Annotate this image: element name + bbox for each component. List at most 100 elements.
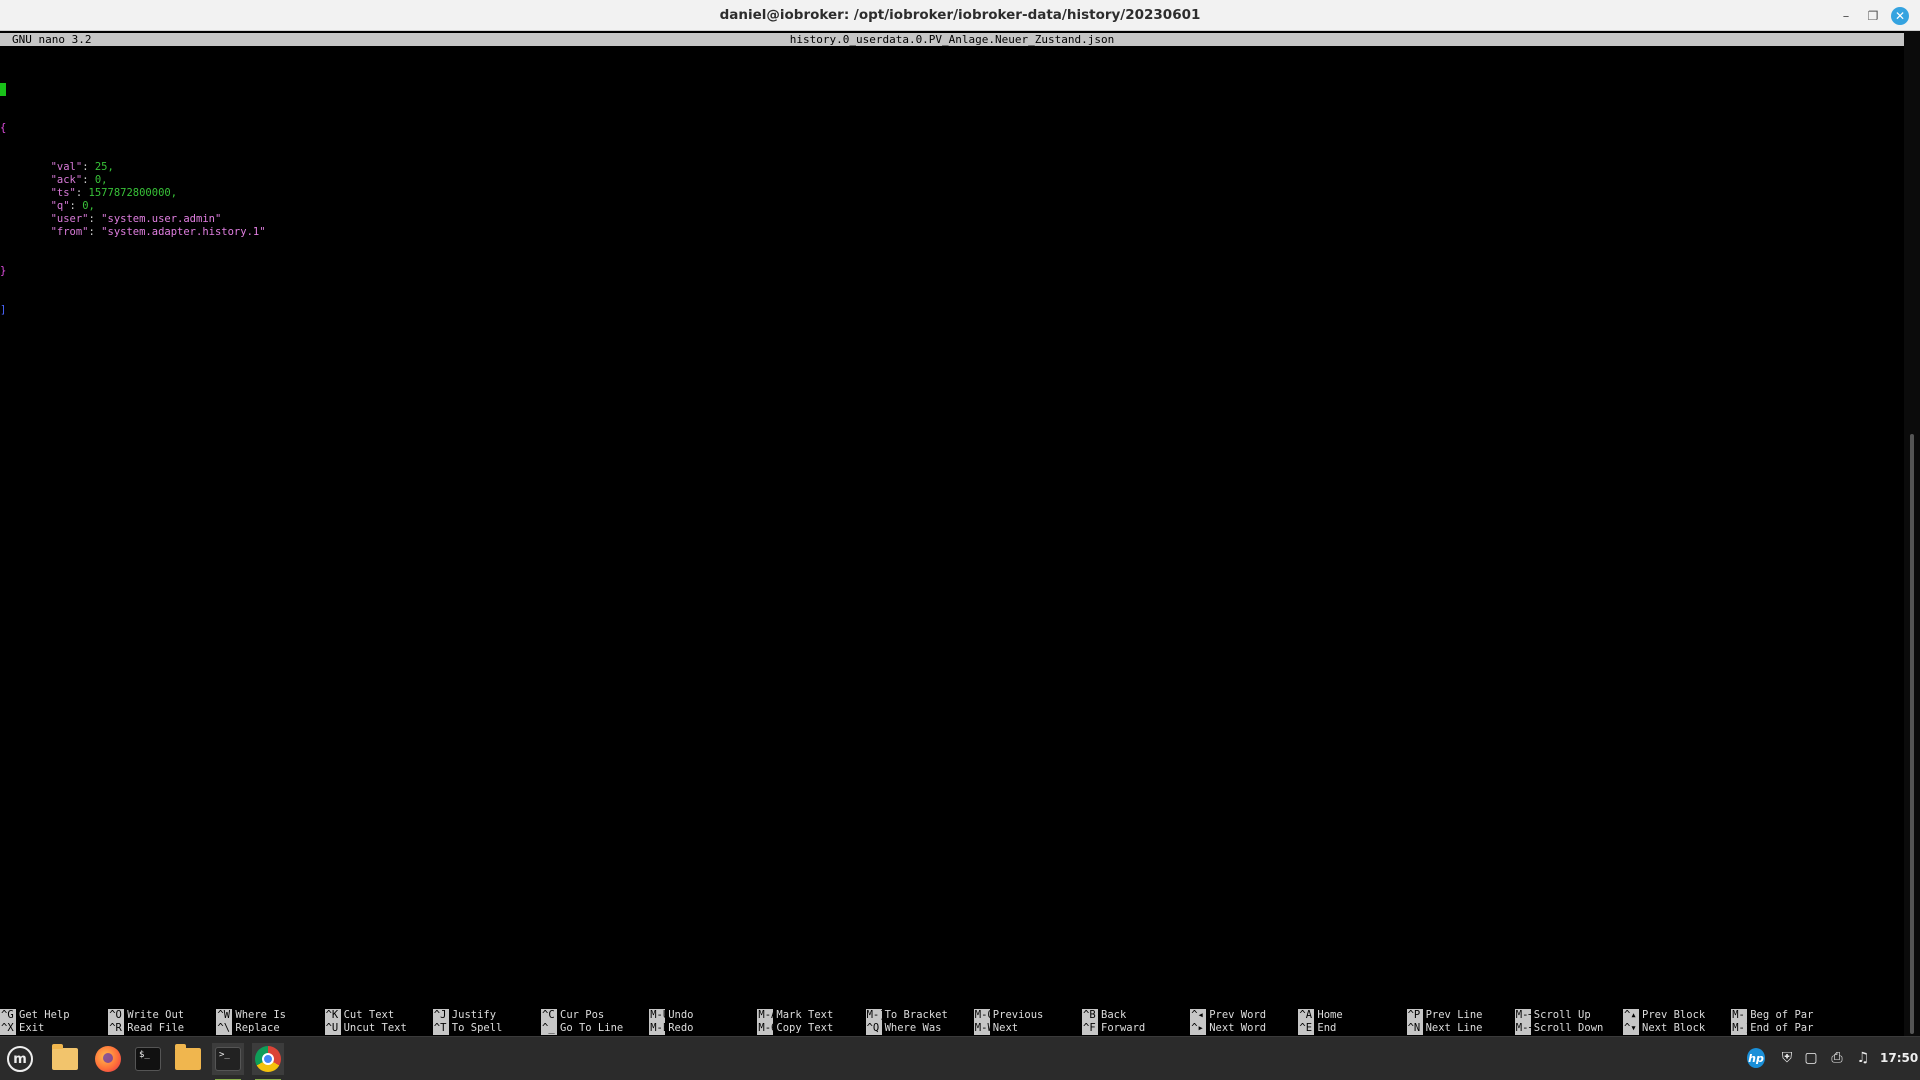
shortcut-key: ^W — [216, 1009, 233, 1022]
shortcut-label: Next Line — [1425, 1022, 1483, 1034]
shortcut-key: ^U — [324, 1022, 341, 1035]
audio-icon[interactable]: ♫ — [1854, 1049, 1872, 1067]
editor-line: } — [0, 265, 266, 278]
menu-button[interactable]: m — [4, 1043, 36, 1075]
shortcut-label: Justify — [451, 1009, 497, 1021]
shortcut-item: M-]To Bracket — [865, 1009, 948, 1022]
shortcut-item: ^W Where Is — [216, 1009, 286, 1022]
shortcut-key: ^▴ — [1623, 1009, 1639, 1022]
shortcut-item: ^F Forward — [1082, 1022, 1145, 1035]
terminal-launcher[interactable]: $_ — [132, 1043, 164, 1075]
files-launcher[interactable] — [172, 1043, 204, 1075]
json-colon: : — [75, 187, 89, 199]
shortcut-key: M-U — [649, 1009, 670, 1022]
clock[interactable]: 17:50 — [1880, 1051, 1918, 1065]
shortcut-label: End of Par — [1750, 1022, 1814, 1034]
terminal-icon: >_ — [215, 1047, 241, 1071]
terminal-scrollbar[interactable] — [1904, 31, 1920, 1036]
maximize-button[interactable]: ❐ — [1863, 6, 1883, 26]
shortcut-key: ^T — [432, 1022, 449, 1035]
shortcut-item: ^U Uncut Text — [324, 1022, 407, 1035]
scrollbar-thumb[interactable] — [1910, 434, 1914, 1034]
shortcut-key: M-─ — [1514, 1009, 1535, 1022]
folder-icon — [175, 1044, 201, 1070]
shortcut-item: ^N Next Line — [1406, 1022, 1483, 1035]
json-colon: : — [88, 226, 102, 238]
shortcut-label: Home — [1317, 1009, 1343, 1021]
editor-line: { — [0, 122, 266, 135]
chrome-window-button[interactable] — [252, 1043, 284, 1080]
terminal-window-button[interactable]: >_ — [212, 1043, 244, 1080]
shortcut-label: Back — [1101, 1009, 1127, 1021]
shortcut-item: ^R Read File — [108, 1022, 184, 1035]
shortcut-key: ^A — [1298, 1009, 1315, 1022]
shortcut-key: ^_ — [541, 1022, 557, 1035]
json-entry-line: "ts": 1577872800000, — [0, 187, 266, 200]
json-colon: : — [88, 213, 102, 225]
shortcut-key: ^J — [432, 1009, 449, 1022]
window-title: daniel@iobroker: /opt/iobroker/iobroker-… — [719, 7, 1201, 23]
shortcut-label: Get Help — [19, 1009, 70, 1021]
shortcut-item: ^▸ Next Word — [1190, 1022, 1266, 1035]
shortcut-item: ^\ Replace — [216, 1022, 280, 1035]
show-desktop-button[interactable] — [49, 1043, 81, 1075]
printer-icon[interactable]: ⎙ — [1828, 1049, 1846, 1067]
json-key: "ack" — [50, 174, 83, 186]
shortcut-key: ^G — [0, 1009, 16, 1022]
shortcut-label: Undo — [668, 1009, 694, 1021]
json-comma: , — [88, 200, 95, 212]
editor-content[interactable]: [ { "val": 25, "ack": 0, "ts": 157787280… — [0, 57, 266, 343]
shortcut-key: ^R — [108, 1022, 125, 1035]
editor-line: ] — [0, 304, 266, 317]
shortcut-label: Read File — [127, 1022, 185, 1034]
json-colon: : — [69, 200, 83, 212]
shortcut-item: M-UUndo — [649, 1009, 693, 1022]
shortcut-label: Cur Pos — [560, 1009, 605, 1021]
shortcut-label: Redo — [668, 1022, 694, 1034]
shortcut-item: ^G Get Help — [0, 1009, 70, 1022]
shortcut-key: M-] — [865, 1009, 886, 1022]
minimize-button[interactable]: – — [1836, 6, 1856, 26]
editor-line: [ — [0, 83, 266, 96]
shortcut-key: M-) — [1731, 1022, 1752, 1035]
shortcut-item: ^Q Where Was — [865, 1022, 942, 1035]
shortcut-item: ^J Justify — [432, 1009, 497, 1022]
json-entry-line: "user": "system.user.admin" — [0, 213, 266, 226]
json-value: 25 — [94, 161, 108, 173]
desktop-icon — [52, 1044, 78, 1070]
json-comma: , — [107, 161, 114, 173]
nano-header: GNU nano 3.2 history.0_userdata.0.PV_Anl… — [0, 33, 1904, 46]
shortcut-key: ^N — [1406, 1022, 1423, 1035]
shortcut-item: ^◂ Prev Word — [1190, 1009, 1266, 1022]
shortcut-label: Exit — [19, 1022, 45, 1034]
shield-icon[interactable]: ⛨ — [1778, 1049, 1796, 1067]
shortcut-key: ^K — [324, 1009, 341, 1022]
shortcut-label: To Spell — [451, 1022, 503, 1034]
shortcut-key: M-A — [757, 1009, 778, 1022]
shortcut-item: ^C Cur Pos — [541, 1009, 604, 1022]
json-key: "q" — [50, 200, 70, 212]
shortcut-label: Copy Text — [776, 1022, 834, 1034]
shortcut-key: M-+ — [1514, 1022, 1535, 1035]
json-key: "ts" — [50, 187, 76, 199]
shortcut-label: Previous — [992, 1009, 1044, 1021]
shortcut-item: ^A Home — [1298, 1009, 1343, 1022]
shortcut-item: M-─Scroll Up — [1514, 1009, 1591, 1022]
shortcut-label: Next Block — [1642, 1022, 1706, 1034]
shortcut-label: Write Out — [127, 1009, 185, 1021]
shortcut-label: To Bracket — [884, 1009, 948, 1021]
clipboard-icon[interactable]: ▢ — [1802, 1049, 1820, 1067]
close-button[interactable]: ✕ — [1891, 7, 1909, 25]
shortcut-label: Beg of Par — [1750, 1009, 1814, 1021]
shortcut-label: Prev Word — [1209, 1009, 1267, 1021]
firefox-launcher[interactable] — [92, 1043, 124, 1075]
hp-tray-button[interactable]: hp — [1747, 1048, 1765, 1068]
hp-icon: hp — [1747, 1048, 1765, 1068]
terminal-area[interactable]: GNU nano 3.2 history.0_userdata.0.PV_Anl… — [0, 31, 1904, 1036]
mint-menu-icon: m — [7, 1046, 33, 1072]
shortcut-key: ^E — [1298, 1022, 1315, 1035]
